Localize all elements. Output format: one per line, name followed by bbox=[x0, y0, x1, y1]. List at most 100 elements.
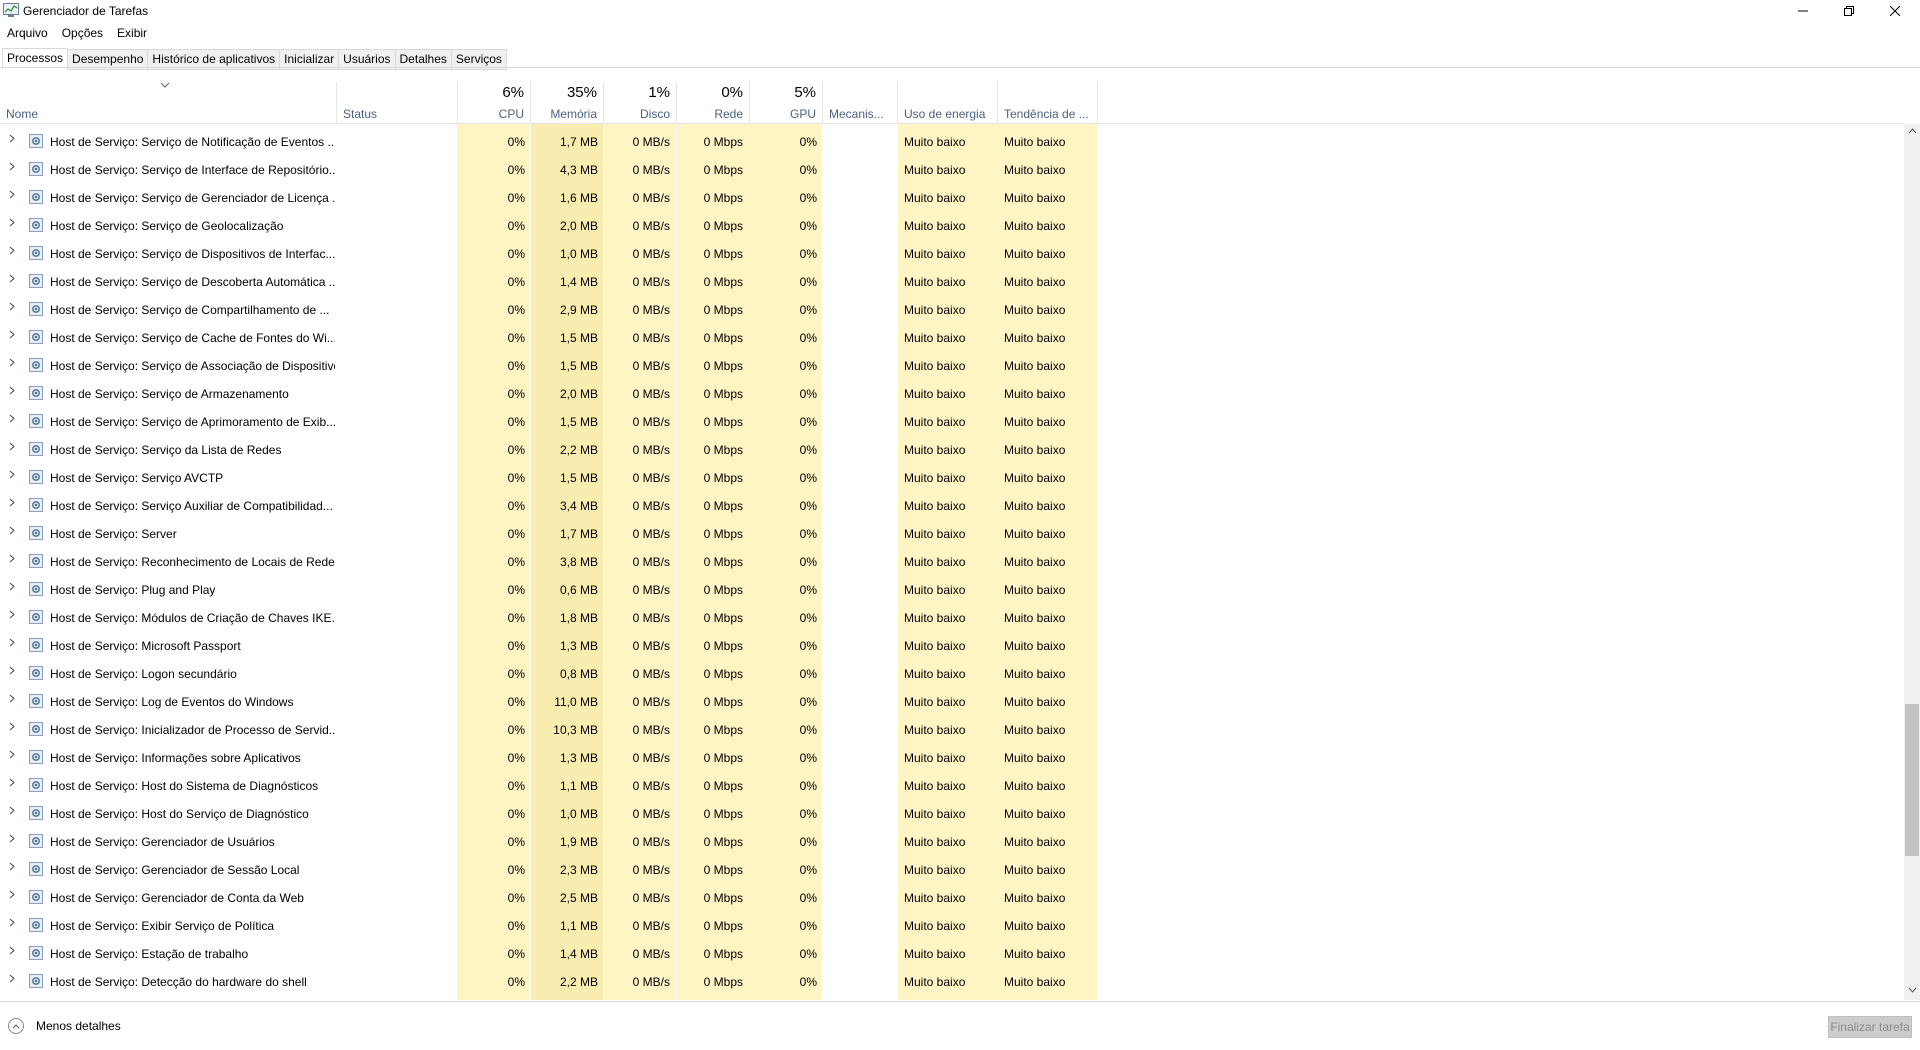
chevron-right-icon[interactable] bbox=[9, 470, 15, 482]
header-name[interactable]: Nome bbox=[0, 82, 336, 124]
chevron-right-icon[interactable] bbox=[9, 330, 15, 342]
chevron-right-icon[interactable] bbox=[9, 750, 15, 762]
disk-value: 0 MB/s bbox=[632, 611, 670, 625]
close-button[interactable] bbox=[1872, 0, 1918, 22]
table-row[interactable]: Host de Serviço: Reconhecimento de Locai… bbox=[0, 548, 1900, 576]
chevron-right-icon[interactable] bbox=[9, 442, 15, 454]
header-gpu[interactable]: 5% GPU bbox=[750, 82, 822, 124]
table-row[interactable]: Host de Serviço: Serviço de Descoberta A… bbox=[0, 268, 1900, 296]
chevron-right-icon[interactable] bbox=[9, 666, 15, 678]
header-power-label: Uso de energia bbox=[904, 107, 986, 121]
chevron-right-icon[interactable] bbox=[9, 274, 15, 286]
table-row[interactable]: Host de Serviço: Estação de trabalho 0% 1,… bbox=[0, 940, 1900, 968]
process-name: Host de Serviço: Gerenciador de Usuários bbox=[50, 835, 275, 849]
memory-value: 0,8 MB bbox=[559, 667, 598, 681]
chevron-right-icon[interactable] bbox=[9, 134, 15, 146]
table-row[interactable]: Host de Serviço: Inicializador de Proces… bbox=[0, 716, 1900, 744]
power-trend-value: Muito baixo bbox=[1004, 275, 1066, 289]
less-details-button[interactable]: Menos detalhes bbox=[8, 1018, 121, 1034]
table-row[interactable]: Host de Serviço: Serviço AVCTP 0% 1,5 MB 0 … bbox=[0, 464, 1900, 492]
gear-icon bbox=[29, 722, 43, 736]
chevron-right-icon[interactable] bbox=[9, 414, 15, 426]
scrollbar-thumb[interactable] bbox=[1905, 704, 1919, 856]
chevron-right-icon[interactable] bbox=[9, 610, 15, 622]
end-task-button[interactable]: Finalizar tarefa bbox=[1828, 1016, 1912, 1038]
table-row[interactable]: Host de Serviço: Informações sobre Aplic… bbox=[0, 744, 1900, 772]
menu-bar: Arquivo Opções Exibir bbox=[0, 24, 154, 42]
header-gpu-engine[interactable]: Mecanis... bbox=[823, 82, 897, 124]
chevron-right-icon[interactable] bbox=[9, 890, 15, 902]
header-disk[interactable]: 1% Disco bbox=[604, 82, 676, 124]
table-row[interactable]: Host de Serviço: Server 0% 1,7 MB 0 MB/s 0 M… bbox=[0, 520, 1900, 548]
chevron-right-icon[interactable] bbox=[9, 498, 15, 510]
table-row[interactable]: Host de Serviço: Host do Sistema de Diag… bbox=[0, 772, 1900, 800]
vertical-scrollbar[interactable] bbox=[1904, 124, 1920, 1000]
chevron-right-icon[interactable] bbox=[9, 554, 15, 566]
chevron-right-icon[interactable] bbox=[9, 778, 15, 790]
power-trend-value: Muito baixo bbox=[1004, 471, 1066, 485]
table-row[interactable]: Host de Serviço: Serviço da Lista de Red… bbox=[0, 436, 1900, 464]
table-row[interactable]: Host de Serviço: Plug and Play 0% 0,6 MB 0 … bbox=[0, 576, 1900, 604]
table-row[interactable]: Host de Serviço: Serviço de Associação d… bbox=[0, 352, 1900, 380]
menu-arquivo[interactable]: Arquivo bbox=[0, 24, 55, 42]
cpu-value: 0% bbox=[507, 583, 525, 597]
chevron-right-icon[interactable] bbox=[9, 302, 15, 314]
header-memory[interactable]: 35% Memória bbox=[531, 82, 603, 124]
scroll-down-icon[interactable] bbox=[1904, 985, 1920, 995]
chevron-right-icon[interactable] bbox=[9, 358, 15, 370]
chevron-right-icon[interactable] bbox=[9, 974, 15, 986]
table-row[interactable]: Host de Serviço: Gerenciador de Conta da… bbox=[0, 884, 1900, 912]
power-usage-value: Muito baixo bbox=[904, 723, 966, 737]
table-row[interactable]: Host de Serviço: Serviço Auxiliar de Com… bbox=[0, 492, 1900, 520]
power-trend-value: Muito baixo bbox=[1004, 891, 1066, 905]
chevron-right-icon[interactable] bbox=[9, 694, 15, 706]
table-row[interactable]: Host de Serviço: Host do Serviço de Diag… bbox=[0, 800, 1900, 828]
chevron-right-icon[interactable] bbox=[9, 386, 15, 398]
chevron-right-icon[interactable] bbox=[9, 722, 15, 734]
table-row[interactable]: Host de Serviço: Serviço de Dispositivos… bbox=[0, 240, 1900, 268]
table-row[interactable]: Host de Serviço: Microsoft Passport 0% 1,3… bbox=[0, 632, 1900, 660]
chevron-right-icon[interactable] bbox=[9, 862, 15, 874]
table-row[interactable]: Host de Serviço: Serviço de Interface de… bbox=[0, 156, 1900, 184]
power-usage-value: Muito baixo bbox=[904, 163, 966, 177]
table-row[interactable]: Host de Serviço: Serviço de Geolocalizaç… bbox=[0, 212, 1900, 240]
table-row[interactable]: Host de Serviço: Exibir Serviço de Polít… bbox=[0, 912, 1900, 940]
chevron-right-icon[interactable] bbox=[9, 638, 15, 650]
header-power[interactable]: Uso de energia bbox=[898, 82, 997, 124]
table-row[interactable]: Host de Serviço: Detecção do hardware do… bbox=[0, 968, 1900, 996]
header-cpu[interactable]: 6% CPU bbox=[457, 82, 530, 124]
table-row[interactable]: Host de Serviço: Serviço de Aprimorament… bbox=[0, 408, 1900, 436]
restore-button[interactable] bbox=[1826, 0, 1872, 22]
chevron-right-icon[interactable] bbox=[9, 918, 15, 930]
gpu-value: 0% bbox=[799, 331, 817, 345]
table-row[interactable]: Host de Serviço: Log de Eventos do Windo… bbox=[0, 688, 1900, 716]
table-row[interactable]: Host de Serviço: Logon secundário 0% 0,8 M… bbox=[0, 660, 1900, 688]
table-row[interactable]: Host de Serviço: Gerenciador de Usuários… bbox=[0, 828, 1900, 856]
table-row[interactable]: Host de Serviço: Módulos de Criação de C… bbox=[0, 604, 1900, 632]
table-row[interactable]: Host de Serviço: Serviço de Notificação … bbox=[0, 128, 1900, 156]
scroll-up-icon[interactable] bbox=[1904, 126, 1920, 136]
table-row[interactable]: Host de Serviço: Serviço de Armazenament… bbox=[0, 380, 1900, 408]
table-row[interactable]: Host de Serviço: Gerenciador de Sessão L… bbox=[0, 856, 1900, 884]
chevron-right-icon[interactable] bbox=[9, 526, 15, 538]
header-network[interactable]: 0% Rede bbox=[677, 82, 749, 124]
table-row[interactable]: Host de Serviço: Serviço de Cache de Fon… bbox=[0, 324, 1900, 352]
header-status[interactable]: Status bbox=[337, 82, 457, 124]
chevron-right-icon[interactable] bbox=[9, 946, 15, 958]
minimize-button[interactable] bbox=[1780, 0, 1826, 22]
chevron-right-icon[interactable] bbox=[9, 246, 15, 258]
chevron-right-icon[interactable] bbox=[9, 582, 15, 594]
table-row[interactable]: Host de Serviço: Serviço de Gerenciador … bbox=[0, 184, 1900, 212]
menu-opcoes[interactable]: Opções bbox=[55, 24, 110, 42]
disk-value: 0 MB/s bbox=[632, 919, 670, 933]
cpu-value: 0% bbox=[507, 807, 525, 821]
chevron-right-icon[interactable] bbox=[9, 834, 15, 846]
chevron-right-icon[interactable] bbox=[9, 218, 15, 230]
chevron-right-icon[interactable] bbox=[9, 162, 15, 174]
disk-value: 0 MB/s bbox=[632, 863, 670, 877]
chevron-right-icon[interactable] bbox=[9, 806, 15, 818]
table-row[interactable]: Host de Serviço: Serviço de Compartilham… bbox=[0, 296, 1900, 324]
chevron-right-icon[interactable] bbox=[9, 190, 15, 202]
menu-exibir[interactable]: Exibir bbox=[110, 24, 154, 42]
header-power-trend[interactable]: Tendência de ... bbox=[998, 82, 1097, 124]
